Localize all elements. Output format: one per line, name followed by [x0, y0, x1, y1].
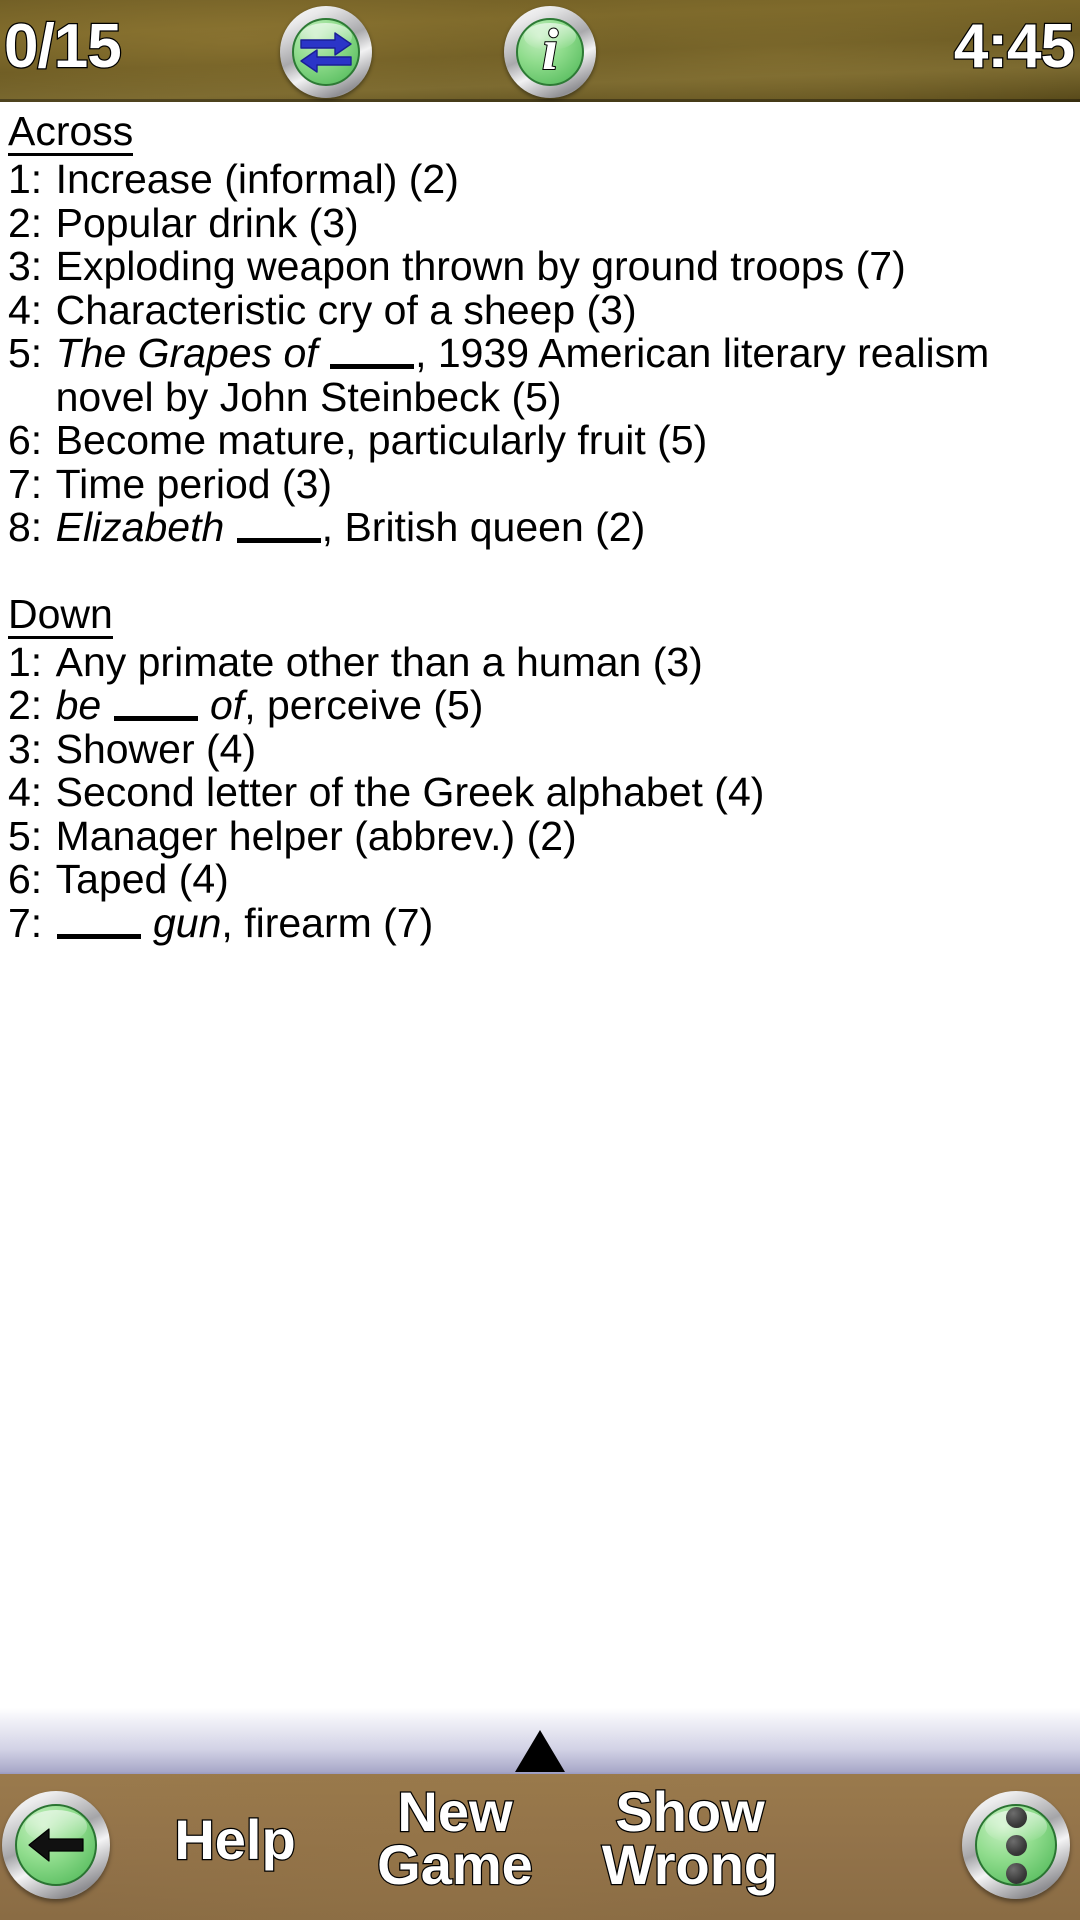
clue-number: 4:	[8, 286, 54, 333]
clue-text: Popular drink (3)	[55, 199, 1070, 246]
score-counter: 0/15	[3, 12, 123, 81]
panel-collapse-handle[interactable]	[0, 1708, 1080, 1774]
clue-text: Shower (4)	[55, 725, 1070, 772]
clue-number: 6:	[8, 417, 54, 464]
menu-dot	[1005, 1834, 1027, 1856]
clue-number: 7:	[8, 899, 54, 946]
overflow-menu-face	[975, 1804, 1057, 1886]
clue-blank	[236, 538, 321, 544]
across-clue-list: 1: Increase (informal) (2) 2: Popular dri…	[8, 156, 1070, 551]
clue-row-across-7[interactable]: 7: Time period (3)	[8, 460, 1070, 507]
down-section-heading: Down	[8, 592, 113, 639]
swap-button-face	[292, 18, 360, 86]
info-button-face: i	[516, 18, 584, 86]
clue-text: Elizabeth , British queen (2)	[55, 504, 1070, 551]
clue-number: 5:	[8, 330, 54, 377]
clue-list-pane[interactable]: Across 1: Increase (informal) (2) 2: Popu…	[0, 102, 1080, 1708]
clue-text-plain: Become mature, particularly fruit (5)	[55, 417, 708, 464]
menu-dot	[1005, 1862, 1027, 1884]
clue-text-plain: Characteristic cry of a sheep (3)	[55, 286, 637, 333]
show-wrong-button[interactable]: Show Wrong	[545, 1782, 835, 1893]
clue-text-plain: Shower (4)	[55, 725, 257, 772]
triangle-up-icon	[515, 1730, 565, 1772]
clue-text: Increase (informal) (2)	[56, 158, 1070, 201]
clue-row-down-7[interactable]: 7: gun, firearm (7)	[8, 899, 1070, 946]
clue-text: Time period (3)	[55, 460, 1070, 507]
clue-row-across-6[interactable]: 6: Become mature, particularly fruit (5)	[8, 417, 1070, 464]
clue-text: be of, perceive (5)	[56, 684, 1070, 727]
clue-text: gun, firearm (7)	[56, 899, 1070, 946]
clue-number: 1:	[8, 638, 54, 685]
clue-text-plain: Popular drink (3)	[55, 199, 359, 246]
across-section-heading: Across	[8, 109, 134, 157]
clue-blank	[113, 716, 198, 722]
clue-text-italic: The Grapes of	[55, 330, 330, 377]
overflow-menu-button[interactable]	[962, 1791, 1070, 1899]
clue-text-italic: Elizabeth	[55, 504, 236, 551]
clue-text-italic: gun	[141, 899, 222, 946]
clue-blank	[330, 364, 415, 370]
clue-number: 2:	[8, 682, 54, 729]
clue-row-across-5[interactable]: 5: The Grapes of , 1939 American literar…	[8, 330, 1070, 419]
clue-number: 4:	[8, 769, 54, 816]
clue-row-across-2[interactable]: 2: Popular drink (3)	[8, 199, 1070, 246]
back-button-face	[15, 1804, 97, 1886]
clue-text: Become mature, particularly fruit (5)	[55, 417, 1070, 464]
clue-row-down-2[interactable]: 2: be of, perceive (5)	[8, 682, 1070, 729]
clue-text-plain: , perceive (5)	[244, 682, 484, 729]
clue-number: 1:	[8, 156, 54, 203]
clue-number: 5:	[8, 812, 54, 859]
clue-text: Characteristic cry of a sheep (3)	[55, 286, 1070, 333]
arrow-left-icon	[28, 1828, 84, 1862]
info-icon: i	[541, 18, 559, 82]
clue-number: 7:	[8, 460, 54, 507]
help-button[interactable]: Help	[120, 1810, 350, 1868]
clue-text-plain: , British queen (2)	[321, 504, 646, 551]
top-status-bar: 0/15 i 4:45	[0, 0, 1080, 102]
clue-number: 8:	[8, 504, 54, 551]
clue-number: 2:	[8, 199, 54, 246]
bottom-toolbar: Help New Game Show Wrong	[0, 1774, 1080, 1920]
clue-text-plain: Exploding weapon thrown by ground troops…	[55, 243, 906, 290]
clue-blank	[56, 933, 141, 939]
clue-text: Manager helper (abbrev.) (2)	[55, 812, 1070, 859]
new-game-button[interactable]: New Game	[330, 1782, 580, 1893]
swap-arrows-icon	[300, 32, 352, 73]
clue-text-plain: Manager helper (abbrev.) (2)	[55, 812, 577, 859]
clue-row-down-4[interactable]: 4: Second letter of the Greek alphabet (…	[8, 769, 1070, 816]
clue-text-italic: be	[55, 682, 113, 729]
down-clue-list: 1: Any primate other than a human (3) 2: …	[8, 638, 1070, 946]
clue-row-across-4[interactable]: 4: Characteristic cry of a sheep (3)	[8, 286, 1070, 333]
clue-text: Second letter of the Greek alphabet (4)	[56, 771, 1070, 814]
menu-dot	[1005, 1806, 1027, 1828]
clue-row-across-1[interactable]: 1: Increase (informal) (2)	[8, 156, 1070, 203]
clue-text: Exploding weapon thrown by ground troops…	[56, 245, 1070, 288]
clue-row-down-3[interactable]: 3: Shower (4)	[8, 725, 1070, 772]
clue-number: 6:	[8, 856, 54, 903]
clue-number: 3:	[8, 243, 54, 290]
clue-text: Any primate other than a human (3)	[55, 638, 1070, 685]
clue-text-plain: , firearm (7)	[221, 899, 434, 946]
clue-text: The Grapes of , 1939 American literary r…	[55, 330, 1070, 419]
clue-number: 3:	[8, 725, 54, 772]
game-timer: 4:45	[953, 12, 1077, 81]
clue-row-down-1[interactable]: 1: Any primate other than a human (3)	[8, 638, 1070, 685]
clue-row-down-5[interactable]: 5: Manager helper (abbrev.) (2)	[8, 812, 1070, 859]
clue-text-plain: Time period (3)	[55, 460, 333, 507]
clue-row-across-3[interactable]: 3: Exploding weapon thrown by ground tro…	[8, 243, 1070, 290]
overflow-menu-dots-icon	[1005, 1806, 1027, 1884]
info-button[interactable]: i	[504, 6, 596, 98]
clue-text-plain: Second letter of the Greek alphabet (4)	[55, 769, 765, 816]
clue-text: Taped (4)	[56, 858, 1070, 901]
back-button[interactable]	[2, 1791, 110, 1899]
clue-text-plain: Increase (informal) (2)	[55, 156, 459, 203]
clue-row-down-6[interactable]: 6: Taped (4)	[8, 856, 1070, 903]
clue-row-across-8[interactable]: 8: Elizabeth , British queen (2)	[8, 504, 1070, 551]
clue-text-plain: Taped (4)	[55, 856, 229, 903]
crossword-game-screen: 0/15 i 4:45 Across 1: Increase (informal…	[0, 0, 1080, 1920]
clue-text-italic: of	[198, 682, 245, 729]
clue-text-plain: Any primate other than a human (3)	[55, 638, 703, 685]
swap-direction-button[interactable]	[280, 6, 372, 98]
